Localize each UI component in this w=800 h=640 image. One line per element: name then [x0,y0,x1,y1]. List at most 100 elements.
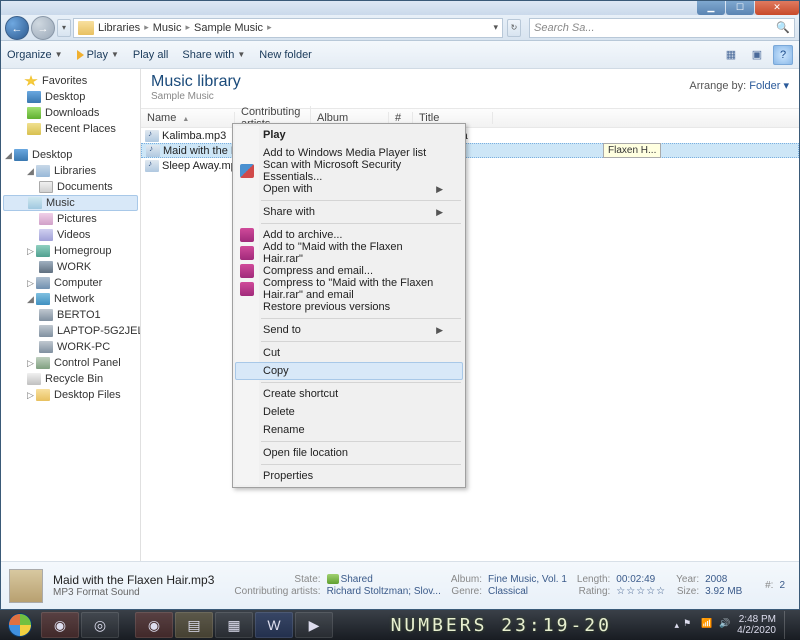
crumb-sample[interactable]: Sample Music [194,22,263,34]
sidebar-item-workpc[interactable]: WORK-PC [1,339,140,355]
ctx-add-rar[interactable]: Add to "Maid with the Flaxen Hair.rar" [235,244,463,262]
playall-button[interactable]: Play all [133,49,168,61]
album-thumbnail [9,569,43,603]
taskbar-app[interactable]: ◎ [81,612,119,638]
breadcrumb[interactable]: Libraries▸ Music▸ Sample Music▸ ▾ [73,18,503,38]
ctx-scan-mse[interactable]: Scan with Microsoft Security Essentials.… [235,162,463,180]
page-title: Music library [151,73,241,91]
nav-bar: ← → ▾ Libraries▸ Music▸ Sample Music▸ ▾ … [1,15,799,41]
start-button[interactable] [0,610,40,640]
sidebar-item-recent[interactable]: Recent Places [1,121,140,137]
sidebar-desktopfiles[interactable]: ▷Desktop Files [1,387,140,403]
details-filename: Maid with the Flaxen Hair.mp3 [53,573,214,587]
ctx-cut[interactable]: Cut [235,344,463,362]
sidebar-item-work[interactable]: WORK [1,259,140,275]
homegroup-icon [36,245,50,257]
taskbar-explorer[interactable]: ▤ [175,612,213,638]
tray-volume-icon[interactable]: 🔊 [719,618,733,632]
titlebar: ▁ ☐ ✕ [1,1,799,15]
ctx-play[interactable]: Play [235,126,463,144]
taskbar-word[interactable]: W [255,612,293,638]
arrange-by[interactable]: Arrange by:Folder ▾ [689,79,789,92]
archive-icon [240,282,254,296]
ctx-delete[interactable]: Delete [235,403,463,421]
ctx-send-to[interactable]: Send to▶ [235,321,463,339]
computer-icon [36,277,50,289]
page-subtitle: Sample Music [151,91,241,102]
play-button[interactable]: Play ▼ [77,49,119,61]
crumb-libraries[interactable]: Libraries [98,22,140,34]
details-pane: Maid with the Flaxen Hair.mp3 MP3 Format… [1,561,799,609]
search-placeholder: Search Sa... [534,22,595,34]
archive-icon [240,228,254,242]
crumb-drop-icon[interactable]: ▾ [493,22,498,33]
music-icon [28,197,42,209]
rating-stars[interactable]: ☆☆☆☆☆ [616,586,666,597]
sidebar-recyclebin[interactable]: Recycle Bin [1,371,140,387]
close-button[interactable]: ✕ [755,1,799,15]
sidebar-item-berto1[interactable]: BERTO1 [1,307,140,323]
sidebar-item-pictures[interactable]: Pictures [1,211,140,227]
minimize-button[interactable]: ▁ [697,1,725,15]
sidebar-item-documents[interactable]: Documents [1,179,140,195]
sidebar-homegroup[interactable]: ▷Homegroup [1,243,140,259]
ctx-share-with[interactable]: Share with▶ [235,203,463,221]
ctx-create-shortcut[interactable]: Create shortcut [235,385,463,403]
forward-button[interactable]: → [31,16,55,40]
library-header: Music library Sample Music Arrange by:Fo… [141,69,799,108]
taskbar-chrome-2[interactable]: ◉ [135,612,173,638]
show-desktop-button[interactable] [784,611,794,639]
organize-button[interactable]: Organize ▼ [7,49,63,61]
tray-flag-icon[interactable]: ⚑ [683,618,697,632]
details-filetype: MP3 Format Sound [53,587,214,598]
tray-network-icon[interactable]: 📶 [701,618,715,632]
desktop-icon [14,149,28,161]
maximize-button[interactable]: ☐ [726,1,754,15]
ctx-open-with[interactable]: Open with▶ [235,180,463,198]
sidebar-desktop[interactable]: ◢Desktop [1,147,140,163]
crumb-music[interactable]: Music [153,22,182,34]
tray-clock[interactable]: 2:48 PM 4/2/2020 [737,614,776,636]
taskbar-chrome[interactable]: ◉ [41,612,79,638]
ctx-restore[interactable]: Restore previous versions [235,298,463,316]
sharewith-button[interactable]: Share with ▼ [182,49,245,61]
sidebar-network[interactable]: ◢Network [1,291,140,307]
pc-icon [39,309,53,321]
context-menu: Play Add to Windows Media Player list Sc… [232,123,466,488]
sidebar-item-laptop[interactable]: LAPTOP-5G2JELH4 [1,323,140,339]
music-file-icon [145,160,159,172]
sidebar-libraries[interactable]: ◢Libraries [1,163,140,179]
history-button[interactable]: ▾ [57,19,71,37]
refresh-button[interactable]: ↻ [507,19,521,37]
ctx-rename[interactable]: Rename [235,421,463,439]
play-icon [77,50,84,60]
chevron-right-icon: ▶ [436,207,443,218]
sidebar-item-videos[interactable]: Videos [1,227,140,243]
sidebar-item-downloads[interactable]: Downloads [1,105,140,121]
ctx-copy[interactable]: Copy [235,362,463,380]
view-button[interactable]: ▦ [721,45,741,65]
folder-icon [78,21,94,35]
sidebar-computer[interactable]: ▷Computer [1,275,140,291]
ctx-open-location[interactable]: Open file location [235,444,463,462]
shield-icon [240,164,254,178]
tray-chevron-icon[interactable]: ▴ [675,620,680,631]
network-icon [36,293,50,305]
back-button[interactable]: ← [5,16,29,40]
ctx-properties[interactable]: Properties [235,467,463,485]
pane-button[interactable]: ▣ [747,45,767,65]
ctx-compress-rar-email[interactable]: Compress to "Maid with the Flaxen Hair.r… [235,280,463,298]
sidebar-favorites[interactable]: Favorites [1,73,140,89]
help-button[interactable]: ? [773,45,793,65]
taskbar-app-3[interactable]: ▶ [295,612,333,638]
newfolder-button[interactable]: New folder [259,49,312,61]
wallpaper-text: NUMBERS 23:19-20 [334,615,669,636]
pc-icon [39,341,53,353]
sidebar-item-music[interactable]: Music [3,195,138,211]
search-input[interactable]: Search Sa... 🔍 [529,18,795,38]
col-name[interactable]: Name [141,112,235,124]
tooltip: Flaxen H... [603,143,661,158]
sidebar-controlpanel[interactable]: ▷Control Panel [1,355,140,371]
sidebar-item-desktop[interactable]: Desktop [1,89,140,105]
taskbar-app-2[interactable]: ▦ [215,612,253,638]
